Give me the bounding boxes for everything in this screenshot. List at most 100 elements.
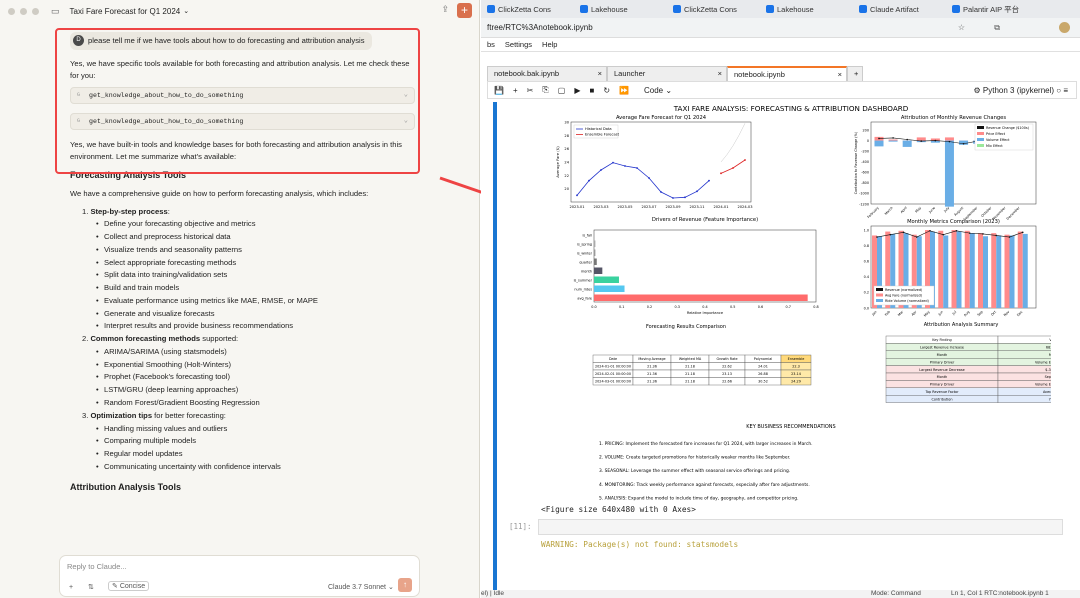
table-cell-text: 2024-01-01 00:00:00 (595, 365, 631, 369)
table-cell-text: Largest Revenue Decrease (919, 368, 964, 372)
profile-icon[interactable] (1059, 22, 1070, 33)
x-tick-label: Apr (911, 309, 918, 316)
browser-tab[interactable]: ClickZetta Cons (481, 5, 574, 14)
table-cell-text: 22.62 (722, 365, 732, 369)
model-selector[interactable]: Claude 3.7 Sonnet ⌄ (328, 583, 394, 591)
dashboard-figure: TAXI FARE ANALYSIS: FORECASTING & ATTRIB… (555, 104, 1051, 501)
bar-volume-effect (902, 140, 912, 147)
paste-icon[interactable]: ▢ (558, 86, 566, 95)
bar-avg-fare (1004, 234, 1010, 308)
y-tick-label: is_winter (577, 252, 593, 256)
notebook-toolbar: 💾 + ✂ ⎘ ▢ ▶ ■ ↻ ⏩ Code ⌄ ⚙ Python 3 (ipy… (487, 81, 1077, 99)
bar-avg-fare (964, 230, 970, 308)
bar-ride-volume (969, 233, 975, 308)
table-header: Ensemble (788, 357, 805, 361)
chevron-down-icon[interactable]: ⌄ (404, 90, 408, 101)
data-point (942, 233, 945, 236)
y-tick-label: -1000 (859, 192, 869, 196)
attach-plus-icon[interactable]: + (69, 584, 73, 591)
extension-icon[interactable]: ⧉ (994, 23, 1000, 33)
y-tick-label: 28 (564, 134, 569, 138)
legend-swatch (977, 144, 984, 147)
send-button[interactable]: ↑ (398, 578, 412, 592)
x-axis-label: Relative Importance (687, 311, 724, 315)
new-chat-button[interactable]: + (457, 3, 472, 18)
data-point (955, 229, 958, 232)
browser-tab[interactable]: Lakehouse (760, 5, 853, 14)
code-cell-input[interactable] (538, 519, 1063, 535)
bar-price-effect (944, 137, 954, 141)
table-header: Value (1049, 338, 1051, 342)
bar-price-effect (916, 137, 926, 141)
style-concise-button[interactable]: ✎ Concise (108, 581, 150, 591)
y-axis-label: Contribution to Revenue Change (%) (854, 131, 858, 194)
browser-tab[interactable]: Lakehouse (574, 5, 667, 14)
kernel-status[interactable]: ⚙ Python 3 (ipykernel) ○ ≡ (973, 86, 1068, 95)
data-point (1008, 236, 1011, 238)
browser-tab[interactable]: Claude Artifact (853, 5, 946, 14)
bar (594, 240, 596, 247)
series-line-historical (576, 162, 710, 199)
new-tab-button[interactable]: + (847, 66, 863, 81)
sidebar-toggle-icon[interactable]: ▭ (51, 6, 60, 17)
tool-call-2[interactable]: Gget_knowledge_about_how_to_do_something… (70, 113, 415, 131)
tool-call-1[interactable]: Gget_knowledge_about_how_to_do_something… (70, 87, 415, 105)
restart-icon[interactable]: ↻ (603, 86, 610, 95)
fast-forward-icon[interactable]: ⏩ (619, 86, 629, 95)
cut-icon[interactable]: ✂ (527, 86, 534, 95)
star-icon[interactable]: ☆ (958, 23, 965, 32)
share-icon[interactable]: ⇪ (441, 4, 449, 15)
data-point (576, 194, 578, 197)
conversation-title[interactable]: Taxi Fare Forecast for Q1 2024 (70, 7, 181, 16)
x-tick-label: October (980, 205, 993, 218)
menu-item[interactable]: Help (542, 40, 557, 49)
notebook-tab-label: Launcher (614, 69, 646, 78)
table-cell-text: Primary Driver (930, 383, 955, 387)
table-cell-text: March (1049, 353, 1051, 357)
address-bar[interactable]: ftree/RTC%3Anotebook.ipynb ☆ ⧉ (481, 18, 1080, 38)
url-text[interactable]: ftree/RTC%3Anotebook.ipynb (487, 23, 593, 32)
legend-entry: Ensemble Forecast (585, 133, 620, 137)
table-header: Weighted MA (679, 357, 702, 361)
menu-item[interactable]: bs (487, 40, 495, 49)
legend-entry: Mix Effect (986, 144, 1003, 148)
list-item: Random Forest/Gradient Boosting Regressi… (96, 397, 415, 409)
list-item: Evaluate performance using metrics like … (96, 295, 415, 307)
bar (594, 285, 625, 292)
notebook-tab[interactable]: notebook.ipynb × (727, 66, 847, 81)
data-point (876, 236, 878, 238)
table-cell-text: Primary Driver (930, 360, 955, 364)
legend-entry: Avg Fare (normalized) (885, 294, 923, 298)
run-icon[interactable]: ▶ (574, 86, 580, 95)
menu-item[interactable]: Settings (505, 40, 532, 49)
notebook-tab[interactable]: Launcher × (607, 66, 727, 81)
x-tick-label: 0.6 (758, 305, 763, 309)
tools-icon[interactable]: ⇅ (88, 583, 94, 591)
table-cell-text: 22.66 (722, 380, 732, 384)
reply-intro: Yes, we have specific tools available fo… (70, 58, 410, 80)
chevron-down-icon[interactable]: ⌄ (404, 116, 408, 127)
close-icon[interactable]: × (718, 69, 722, 78)
stop-icon[interactable]: ■ (589, 86, 594, 95)
fare-forecast-chart: Average Fare Forecast for Q1 2024 Average… (555, 115, 753, 209)
cell-type-select[interactable]: Code ⌄ (644, 86, 704, 95)
y-tick-label: -200 (861, 149, 869, 153)
close-icon[interactable]: × (838, 70, 842, 79)
table-cell-text: 21.18 (685, 365, 695, 369)
save-icon[interactable]: 💾 (494, 86, 504, 95)
active-cell-marker (493, 102, 497, 592)
attribution-chart: Attribution of Monthly Revenue Changes Co… (854, 115, 1037, 222)
x-tick-label: 0.3 (675, 305, 680, 309)
copy-icon[interactable]: ⎘ (542, 85, 548, 95)
notebook-tab[interactable]: notebook.bak.ipynb × (487, 66, 607, 81)
browser-tab[interactable]: Palantir AIP 平台 (946, 4, 1039, 15)
close-icon[interactable]: × (598, 69, 602, 78)
browser-tab-label: ClickZetta Cons (684, 4, 737, 14)
browser-tab[interactable]: ClickZetta Cons (667, 5, 760, 14)
chevron-down-icon[interactable]: ⌄ (183, 7, 189, 15)
reply-input[interactable]: Reply to Claude... + ⇅ ✎ Concise Claude … (59, 555, 420, 597)
confidence-band (720, 123, 746, 163)
x-tick-label: 2023-11 (689, 205, 704, 209)
window-controls[interactable] (8, 7, 39, 15)
add-cell-icon[interactable]: + (513, 86, 518, 95)
